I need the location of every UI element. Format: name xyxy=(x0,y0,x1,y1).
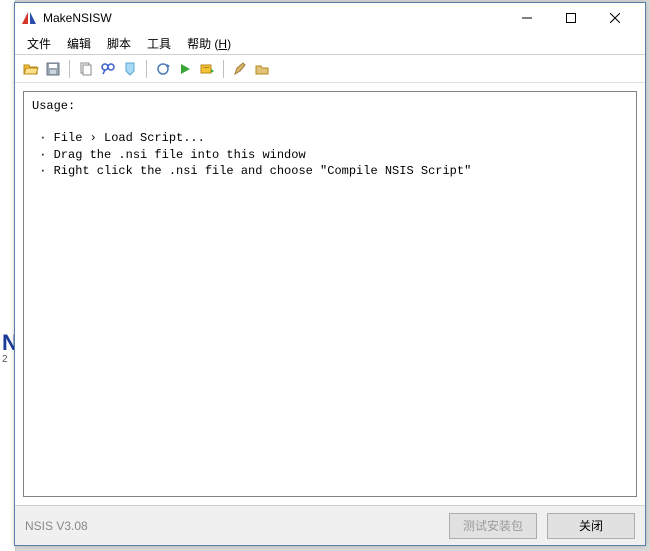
test-icon[interactable] xyxy=(197,59,217,79)
maximize-button[interactable] xyxy=(549,4,593,32)
save-icon[interactable] xyxy=(43,59,63,79)
menu-edit[interactable]: 编辑 xyxy=(59,33,99,54)
titlebar[interactable]: MakeNSISW xyxy=(15,3,645,33)
status-version: NSIS V3.08 xyxy=(25,519,439,533)
menu-help[interactable]: 帮助 (H) xyxy=(179,33,239,54)
test-installer-button: 测试安装包 xyxy=(449,513,537,539)
open-icon[interactable] xyxy=(21,59,41,79)
toolbar xyxy=(15,55,645,83)
menu-file[interactable]: 文件 xyxy=(19,33,59,54)
find-icon[interactable] xyxy=(98,59,118,79)
close-button[interactable] xyxy=(593,4,637,32)
content-area: Usage: · File › Load Script... · Drag th… xyxy=(15,83,645,505)
app-icon xyxy=(21,10,37,26)
toolbar-separator xyxy=(69,60,70,78)
play-icon[interactable] xyxy=(175,59,195,79)
main-window: MakeNSISW 文件 编辑 脚本 工具 帮助 (H) xyxy=(14,2,646,546)
toolbar-separator xyxy=(223,60,224,78)
output-textarea[interactable]: Usage: · File › Load Script... · Drag th… xyxy=(23,91,637,497)
toolbar-separator xyxy=(146,60,147,78)
copy-icon[interactable] xyxy=(76,59,96,79)
window-controls xyxy=(505,4,637,32)
window-title: MakeNSISW xyxy=(43,11,505,25)
menu-tools[interactable]: 工具 xyxy=(139,33,179,54)
close-dialog-button[interactable]: 关闭 xyxy=(547,513,635,539)
browse-script-icon[interactable] xyxy=(252,59,272,79)
recompile-icon[interactable] xyxy=(153,59,173,79)
edit-script-icon[interactable] xyxy=(230,59,250,79)
menubar: 文件 编辑 脚本 工具 帮助 (H) xyxy=(15,33,645,55)
background-number: 2 xyxy=(2,354,8,365)
minimize-button[interactable] xyxy=(505,4,549,32)
clear-icon[interactable] xyxy=(120,59,140,79)
statusbar: NSIS V3.08 测试安装包 关闭 xyxy=(15,505,645,545)
menu-script[interactable]: 脚本 xyxy=(99,33,139,54)
